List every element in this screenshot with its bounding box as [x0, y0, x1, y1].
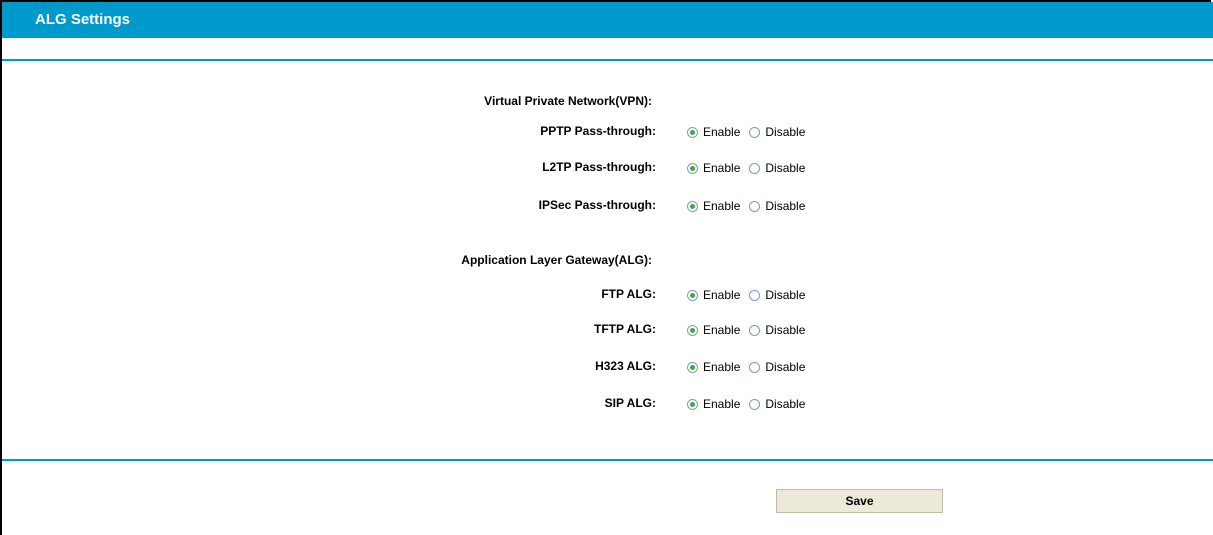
pptp-radio-group: Enable Disable [687, 124, 814, 140]
tftp-alg-enable-radio[interactable] [687, 324, 698, 336]
ftp-alg-disable-radio[interactable] [749, 289, 761, 301]
pptp-enable-radio[interactable] [687, 126, 698, 138]
tftp-alg-radio-group: Enable Disable [687, 322, 814, 338]
top-divider [2, 59, 1213, 61]
ftp-alg-label: FTP ALG: [601, 287, 656, 301]
h323-alg-radio-group: Enable Disable [687, 359, 814, 375]
alg-section-heading: Application Layer Gateway(ALG): [461, 253, 652, 267]
h323-alg-enable-radio[interactable] [687, 361, 698, 373]
h323-alg-disable-radio[interactable] [749, 361, 761, 373]
page-title: ALG Settings [35, 11, 131, 28]
ftp-alg-enable-radio[interactable] [687, 289, 698, 301]
l2tp-radio-group: Enable Disable [687, 160, 814, 176]
save-button[interactable]: Save [776, 489, 943, 513]
pptp-disable-radio[interactable] [749, 126, 761, 138]
ipsec-disable-radio[interactable] [749, 200, 761, 212]
ipsec-radio-group: Enable Disable [687, 198, 814, 214]
ipsec-disable-label[interactable]: Disable [765, 199, 805, 213]
l2tp-disable-radio[interactable] [749, 162, 761, 174]
title-bar: ALG Settings [2, 2, 1213, 38]
l2tp-enable-label[interactable]: Enable [703, 161, 740, 175]
l2tp-enable-radio[interactable] [687, 162, 698, 174]
sip-alg-enable-radio[interactable] [687, 398, 698, 410]
tftp-alg-disable-label[interactable]: Disable [765, 323, 805, 337]
bottom-divider [2, 459, 1213, 461]
vpn-section-heading: Virtual Private Network(VPN): [484, 94, 652, 108]
l2tp-disable-label[interactable]: Disable [765, 161, 805, 175]
page-frame [0, 0, 1211, 535]
tftp-alg-label: TFTP ALG: [594, 322, 656, 336]
sip-alg-disable-label[interactable]: Disable [765, 397, 805, 411]
pptp-label: PPTP Pass-through: [540, 124, 656, 138]
tftp-alg-enable-label[interactable]: Enable [703, 323, 740, 337]
h323-alg-enable-label[interactable]: Enable [703, 360, 740, 374]
sip-alg-radio-group: Enable Disable [687, 396, 814, 412]
ftp-alg-disable-label[interactable]: Disable [765, 288, 805, 302]
ftp-alg-radio-group: Enable Disable [687, 287, 814, 303]
ipsec-enable-radio[interactable] [687, 200, 698, 212]
pptp-enable-label[interactable]: Enable [703, 125, 740, 139]
ipsec-enable-label[interactable]: Enable [703, 199, 740, 213]
ftp-alg-enable-label[interactable]: Enable [703, 288, 740, 302]
h323-alg-label: H323 ALG: [595, 359, 656, 373]
l2tp-label: L2TP Pass-through: [542, 160, 656, 174]
h323-alg-disable-label[interactable]: Disable [765, 360, 805, 374]
sip-alg-enable-label[interactable]: Enable [703, 397, 740, 411]
pptp-disable-label[interactable]: Disable [765, 125, 805, 139]
sip-alg-label: SIP ALG: [604, 396, 656, 410]
sip-alg-disable-radio[interactable] [749, 398, 761, 410]
tftp-alg-disable-radio[interactable] [749, 324, 761, 336]
ipsec-label: IPSec Pass-through: [538, 198, 656, 212]
